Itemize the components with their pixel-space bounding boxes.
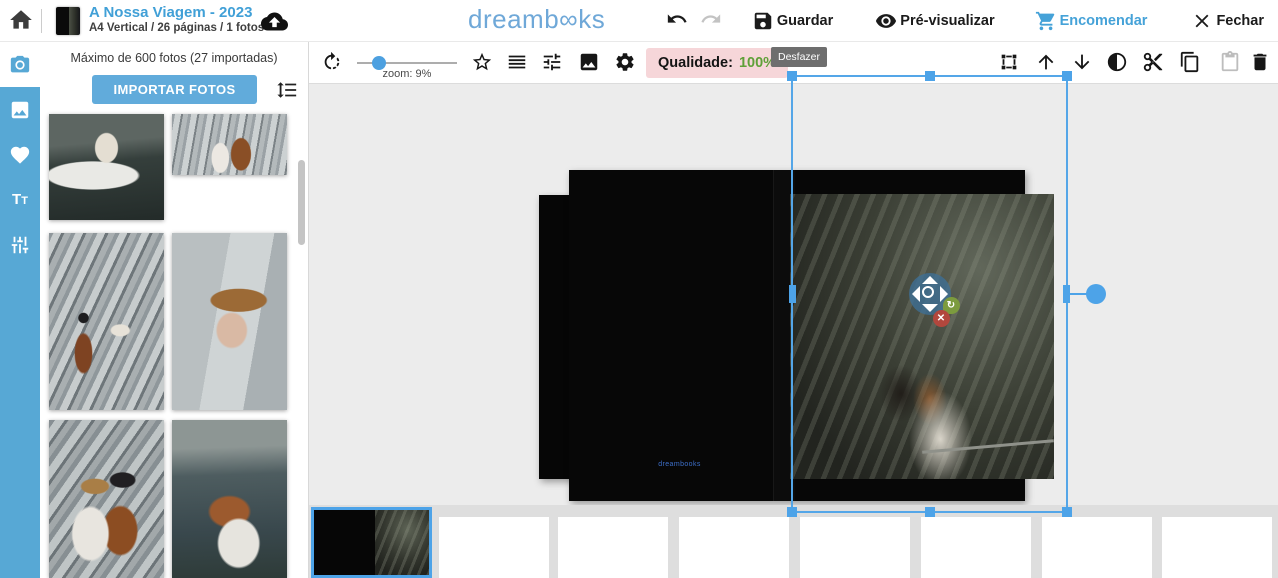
- contrast-icon: [1106, 51, 1128, 73]
- close-button[interactable]: Fechar: [1191, 10, 1264, 32]
- image-icon: [9, 99, 31, 121]
- photo-thumb-woman-by-lake[interactable]: [172, 420, 287, 578]
- move-left-arrow: [912, 286, 920, 302]
- tune-icon: [9, 234, 31, 256]
- rotate-page-button[interactable]: [321, 51, 345, 75]
- dreambooks-logo: dreamb∞ks: [468, 4, 605, 35]
- back-cover-logo: dreambooks: [569, 461, 790, 468]
- selection-handle-top-left[interactable]: [787, 71, 797, 81]
- page-tile-3[interactable]: [679, 517, 789, 578]
- bring-forward-button[interactable]: [1035, 51, 1059, 75]
- heart-icon: [9, 144, 31, 166]
- photo-thumb-woman-in-boat[interactable]: [49, 114, 164, 220]
- undo-button[interactable]: [666, 8, 692, 34]
- panel-scrollbar[interactable]: [298, 160, 305, 245]
- project-meta: A4 Vertical / 26 páginas / 1 fotos: [89, 22, 264, 34]
- sidebar-item-text[interactable]: TT: [0, 177, 40, 222]
- page-tile-7[interactable]: [1162, 517, 1272, 578]
- photo-thumb-woman-brown-hat[interactable]: [172, 233, 287, 410]
- eye-icon: [875, 10, 897, 32]
- left-icon-rail: TT: [0, 42, 40, 578]
- cart-icon: [1035, 10, 1057, 32]
- home-button[interactable]: [8, 7, 36, 35]
- top-bar: A Nossa Viagem - 2023 A4 Vertical / 26 p…: [0, 0, 1278, 42]
- save-icon: [752, 10, 774, 32]
- selection-handle-top-right[interactable]: [1062, 71, 1072, 81]
- selection-handle-bottom-mid[interactable]: [925, 507, 935, 517]
- sidebar-item-photos[interactable]: [0, 42, 40, 87]
- page-tile-1[interactable]: [439, 517, 549, 578]
- move-down-arrow: [922, 304, 938, 312]
- transform-button[interactable]: [998, 51, 1022, 75]
- adjust-button[interactable]: [541, 51, 565, 75]
- selection-handle-bottom-right[interactable]: [1062, 507, 1072, 517]
- arrow-up-icon: [1035, 51, 1057, 73]
- cover-tile-back-half: [314, 510, 375, 575]
- preview-button[interactable]: Pré-visualizar: [875, 10, 994, 32]
- selection-box: ↻ ✕: [791, 75, 1068, 513]
- favorite-button[interactable]: [471, 51, 495, 75]
- sidebar-item-settings[interactable]: [0, 222, 40, 267]
- sort-order-icon: [276, 79, 298, 101]
- editor-main: zoom: 9% Qualidade: 100%: [309, 42, 1278, 578]
- cloud-upload-icon: [261, 8, 288, 35]
- project-title: A Nossa Viagem - 2023: [89, 4, 252, 21]
- delete-button[interactable]: [1249, 51, 1273, 75]
- camera-icon: [9, 54, 31, 76]
- cut-button[interactable]: [1142, 51, 1166, 75]
- layouts-button[interactable]: [506, 51, 530, 75]
- page-tile-4[interactable]: [800, 517, 910, 578]
- backgrounds-button[interactable]: [578, 51, 602, 75]
- zoom-slider[interactable]: [357, 62, 457, 64]
- page-tile-5[interactable]: [921, 517, 1031, 578]
- contrast-button[interactable]: [1106, 51, 1130, 75]
- undo-tooltip: Desfazer: [771, 47, 827, 67]
- move-up-arrow: [922, 276, 938, 284]
- photos-limit-text: Máximo de 600 fotos (27 importadas): [40, 51, 308, 65]
- page-tile-cover-selected[interactable]: [311, 507, 432, 578]
- copy-icon: [1179, 51, 1201, 73]
- redo-button: [700, 8, 726, 34]
- send-backward-button[interactable]: [1071, 51, 1095, 75]
- selection-handle-mid-left[interactable]: [789, 285, 796, 303]
- arrow-down-icon: [1071, 51, 1093, 73]
- project-thumbnail: [56, 7, 80, 35]
- zoom-level-label: zoom: 9%: [357, 68, 457, 80]
- trash-icon: [1249, 51, 1271, 73]
- reorder-icon: [506, 51, 528, 73]
- star-icon: [471, 51, 493, 73]
- quality-label: Qualidade:: [658, 55, 733, 71]
- paste-button: [1219, 51, 1243, 75]
- sort-photos-button[interactable]: [276, 79, 300, 103]
- resize-circle-handle[interactable]: [1086, 284, 1106, 304]
- order-button[interactable]: Encomendar: [1035, 10, 1148, 32]
- selection-handle-bottom-left[interactable]: [787, 507, 797, 517]
- photo-thumb-couple-selfie[interactable]: [49, 420, 164, 578]
- import-photos-button[interactable]: IMPORTAR FOTOS: [92, 75, 257, 104]
- photo-thumb-man-leaning-rocks[interactable]: [49, 233, 164, 410]
- transform-frame-icon: [998, 51, 1020, 73]
- image-icon: [578, 51, 600, 73]
- photo-thumb-couple-standing[interactable]: [172, 114, 287, 175]
- quality-badge: Qualidade: 100%: [646, 48, 788, 78]
- settings-button[interactable]: [614, 51, 638, 75]
- save-button[interactable]: Guardar: [752, 10, 833, 32]
- move-center-ring: [922, 286, 934, 298]
- scissors-icon: [1142, 51, 1164, 73]
- copy-button[interactable]: [1179, 51, 1203, 75]
- sidebar-item-layouts[interactable]: [0, 87, 40, 132]
- cover-tile-photo-half: [375, 510, 429, 575]
- paste-icon: [1219, 51, 1241, 73]
- sidebar-item-favorites[interactable]: [0, 132, 40, 177]
- gear-icon: [614, 51, 636, 73]
- selection-handle-top-mid[interactable]: [925, 71, 935, 81]
- text-tool-icon: TT: [12, 191, 28, 208]
- photos-panel: Máximo de 600 fotos (27 importadas) IMPO…: [40, 42, 309, 578]
- remove-photo-badge[interactable]: ✕: [933, 310, 950, 327]
- page-tile-6[interactable]: [1042, 517, 1152, 578]
- page-tile-2[interactable]: [558, 517, 668, 578]
- close-icon: [1191, 10, 1213, 32]
- divider: [41, 9, 42, 33]
- tune-icon: [541, 51, 563, 73]
